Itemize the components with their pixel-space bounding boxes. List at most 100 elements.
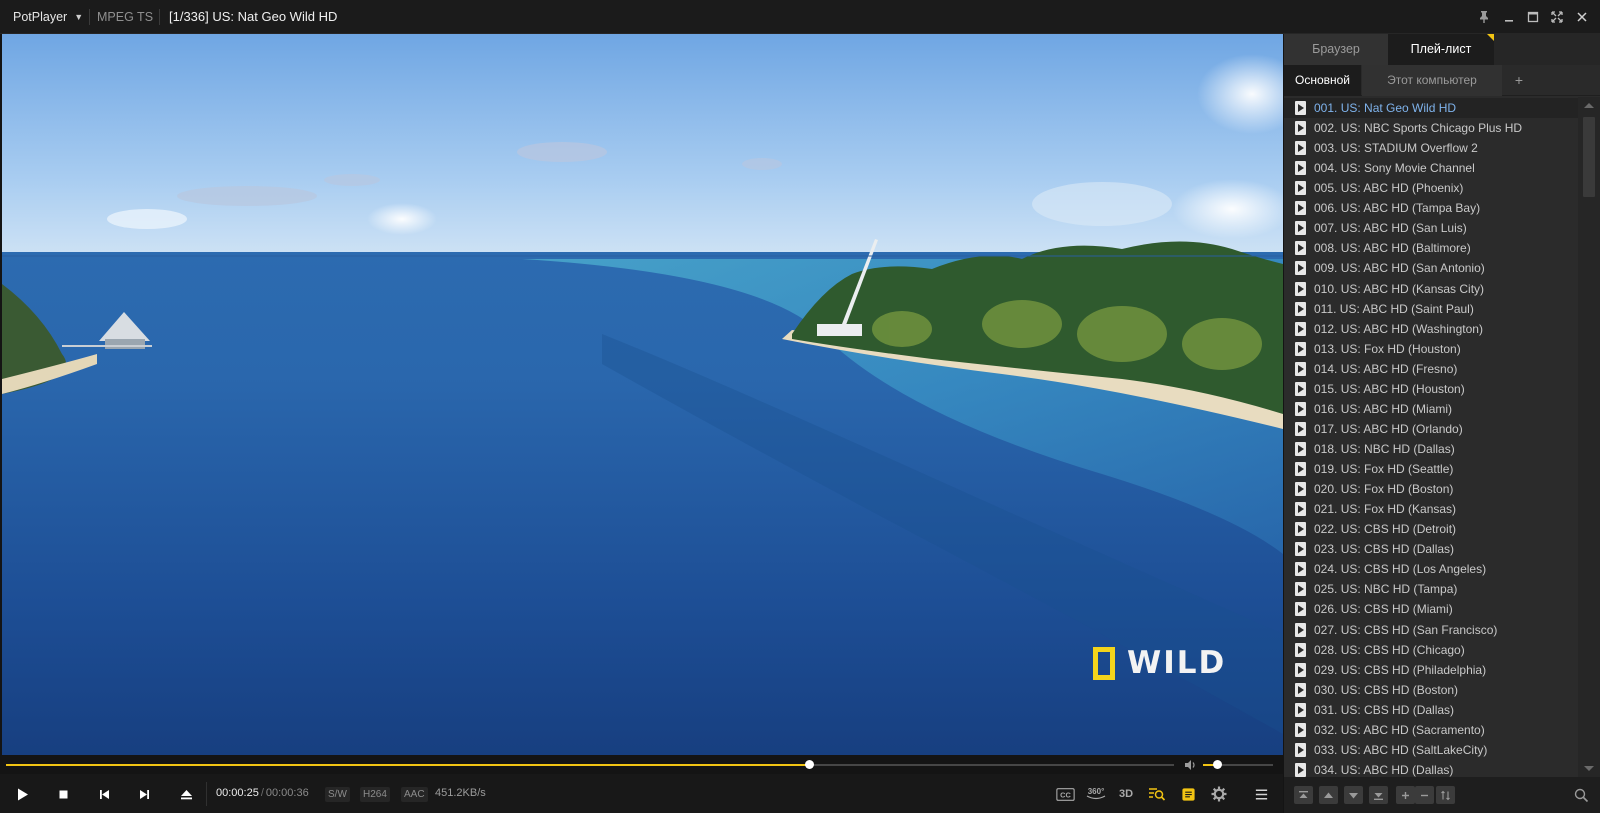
tab-playlist[interactable]: Плей-лист <box>1388 34 1494 65</box>
app-menu-button[interactable]: PotPlayer ▼ <box>13 0 83 34</box>
playlist-item-title: 029. US: CBS HD (Philadelphia) <box>1314 663 1487 677</box>
playlist-item[interactable]: 001. US: Nat Geo Wild HD <box>1284 98 1578 118</box>
move-down-button[interactable] <box>1344 786 1363 804</box>
tab-browser[interactable]: Браузер <box>1284 34 1388 65</box>
media-file-icon <box>1295 201 1306 215</box>
playlist-item-title: 016. US: ABC HD (Miami) <box>1314 402 1453 416</box>
sw-decoder-badge[interactable]: S/W <box>325 787 350 802</box>
video-frame[interactable]: WILD <box>2 34 1283 755</box>
audio-codec-badge[interactable]: AAC <box>401 787 428 802</box>
playlist-item-title: 010. US: ABC HD (Kansas City) <box>1314 282 1485 296</box>
panel-tabs: Браузер Плей-лист <box>1284 34 1600 65</box>
playlist-item[interactable]: 008. US: ABC HD (Baltimore) <box>1284 238 1578 258</box>
previous-button[interactable] <box>92 782 116 806</box>
sort-button[interactable] <box>1436 786 1455 804</box>
scroll-down-arrow[interactable] <box>1584 766 1594 771</box>
video-codec-badge[interactable]: H264 <box>360 787 390 802</box>
main-menu-button[interactable] <box>1250 783 1272 805</box>
playlist-item[interactable]: 007. US: ABC HD (San Luis) <box>1284 218 1578 238</box>
playlist-item[interactable]: 009. US: ABC HD (San Antonio) <box>1284 258 1578 278</box>
playlist-item[interactable]: 022. US: CBS HD (Detroit) <box>1284 519 1578 539</box>
close-button[interactable] <box>1572 7 1592 27</box>
playlist-item[interactable]: 018. US: NBC HD (Dallas) <box>1284 439 1578 459</box>
playlist-item[interactable]: 004. US: Sony Movie Channel <box>1284 158 1578 178</box>
playlist-item[interactable]: 034. US: ABC HD (Dallas) <box>1284 760 1578 777</box>
playlist-item[interactable]: 020. US: Fox HD (Boston) <box>1284 479 1578 499</box>
remove-item-button[interactable] <box>1415 786 1434 804</box>
maximize-button[interactable] <box>1523 7 1543 27</box>
subtitle-button[interactable]: CC <box>1054 783 1076 805</box>
playlist-item-title: 013. US: Fox HD (Houston) <box>1314 342 1461 356</box>
playlist-item[interactable]: 002. US: NBC Sports Chicago Plus HD <box>1284 118 1578 138</box>
playlist-item[interactable]: 023. US: CBS HD (Dallas) <box>1284 539 1578 559</box>
playlist-item-title: 022. US: CBS HD (Detroit) <box>1314 522 1457 536</box>
remove-icon <box>1421 794 1428 796</box>
playlist-item[interactable]: 024. US: CBS HD (Los Angeles) <box>1284 559 1578 579</box>
playlist-item[interactable]: 028. US: CBS HD (Chicago) <box>1284 640 1578 660</box>
eject-button[interactable] <box>174 782 198 806</box>
media-file-icon <box>1295 602 1306 616</box>
stop-button[interactable] <box>51 782 75 806</box>
playlist-item[interactable]: 006. US: ABC HD (Tampa Bay) <box>1284 198 1578 218</box>
add-tab-button[interactable]: + <box>1504 65 1534 96</box>
media-file-icon <box>1295 623 1306 637</box>
volume-handle[interactable] <box>1213 760 1222 769</box>
playlist-item-title: 015. US: ABC HD (Houston) <box>1314 382 1465 396</box>
playlist-item[interactable]: 005. US: ABC HD (Phoenix) <box>1284 178 1578 198</box>
next-button[interactable] <box>132 782 156 806</box>
playlist-item[interactable]: 021. US: Fox HD (Kansas) <box>1284 499 1578 519</box>
playlist-item[interactable]: 033. US: ABC HD (SaltLakeCity) <box>1284 740 1578 760</box>
3d-button[interactable]: 3D <box>1115 783 1137 805</box>
playlist-item[interactable]: 016. US: ABC HD (Miami) <box>1284 399 1578 419</box>
scroll-thumb[interactable] <box>1583 117 1595 197</box>
pin-button[interactable] <box>1474 7 1494 27</box>
playlist-item[interactable]: 012. US: ABC HD (Washington) <box>1284 319 1578 339</box>
move-up-button[interactable] <box>1319 786 1338 804</box>
fullscreen-icon <box>1551 11 1563 23</box>
playlist-item[interactable]: 030. US: CBS HD (Boston) <box>1284 680 1578 700</box>
playlist-item[interactable]: 019. US: Fox HD (Seattle) <box>1284 459 1578 479</box>
watermark-text: WILD <box>1127 645 1227 681</box>
playlist-item[interactable]: 010. US: ABC HD (Kansas City) <box>1284 279 1578 299</box>
scroll-up-arrow[interactable] <box>1584 103 1594 108</box>
playlist-item[interactable]: 026. US: CBS HD (Miami) <box>1284 599 1578 619</box>
playlist-search-button[interactable] <box>1146 783 1168 805</box>
playlist-item[interactable]: 014. US: ABC HD (Fresno) <box>1284 359 1578 379</box>
fullscreen-button[interactable] <box>1547 7 1567 27</box>
play-button[interactable] <box>10 782 34 806</box>
settings-button[interactable] <box>1208 783 1230 805</box>
playlist-item[interactable]: 029. US: CBS HD (Philadelphia) <box>1284 660 1578 680</box>
playlist-item[interactable]: 032. US: ABC HD (Sacramento) <box>1284 720 1578 740</box>
seek-handle[interactable] <box>805 760 815 769</box>
playlist-item[interactable]: 031. US: CBS HD (Dallas) <box>1284 700 1578 720</box>
playlist-item-title: 003. US: STADIUM Overflow 2 <box>1314 141 1478 155</box>
playlist-item[interactable]: 027. US: CBS HD (San Francisco) <box>1284 620 1578 640</box>
playlist-item-title: 005. US: ABC HD (Phoenix) <box>1314 181 1464 195</box>
move-bottom-button[interactable] <box>1369 786 1388 804</box>
minimize-icon <box>1505 20 1513 22</box>
playlist-item[interactable]: 017. US: ABC HD (Orlando) <box>1284 419 1578 439</box>
volume-icon[interactable] <box>1183 758 1197 772</box>
playlist-item-title: 030. US: CBS HD (Boston) <box>1314 683 1459 697</box>
subtab-main[interactable]: Основной <box>1284 65 1361 96</box>
add-item-button[interactable] <box>1396 786 1415 804</box>
note-button[interactable] <box>1177 783 1199 805</box>
playlist-item[interactable]: 003. US: STADIUM Overflow 2 <box>1284 138 1578 158</box>
volume-slider[interactable] <box>1203 760 1273 769</box>
playlist-item[interactable]: 025. US: NBC HD (Tampa) <box>1284 579 1578 599</box>
playlist[interactable]: 001. US: Nat Geo Wild HD 002. US: NBC Spo… <box>1284 97 1578 777</box>
time-display[interactable]: 00:00:25/00:00:36 <box>216 774 309 813</box>
playlist-subtabs: Основной Этот компьютер + <box>1284 65 1600 96</box>
vr-360-button[interactable]: 360° <box>1085 783 1107 805</box>
move-top-button[interactable] <box>1294 786 1313 804</box>
minimize-button[interactable] <box>1499 7 1519 27</box>
seek-bar[interactable] <box>6 760 1174 769</box>
playlist-item-title: 024. US: CBS HD (Los Angeles) <box>1314 562 1487 576</box>
playlist-search[interactable] <box>1470 783 1595 807</box>
playlist-scrollbar[interactable] <box>1578 97 1600 777</box>
playlist-item[interactable]: 015. US: ABC HD (Houston) <box>1284 379 1578 399</box>
playlist-item[interactable]: 013. US: Fox HD (Houston) <box>1284 339 1578 359</box>
divider <box>159 9 160 25</box>
playlist-item[interactable]: 011. US: ABC HD (Saint Paul) <box>1284 299 1578 319</box>
subtab-this-computer[interactable]: Этот компьютер <box>1362 65 1502 96</box>
